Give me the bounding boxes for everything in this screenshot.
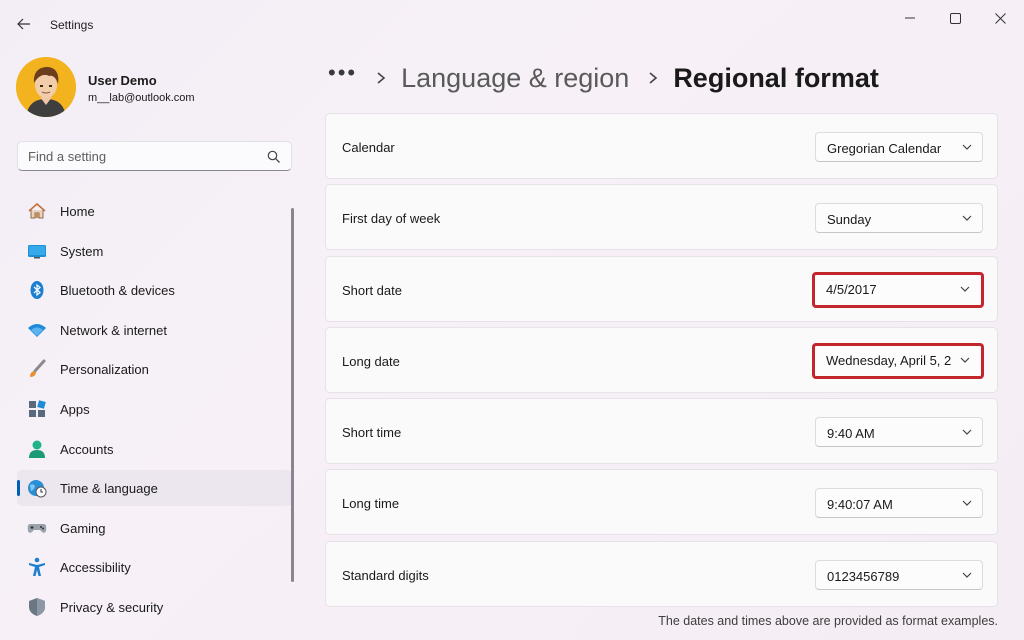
short-date-dropdown[interactable]: 4/5/2017 <box>812 272 984 308</box>
back-button[interactable] <box>12 12 36 36</box>
sidebar-item-label: Apps <box>60 401 90 417</box>
sidebar-item-apps[interactable]: Apps <box>17 391 293 427</box>
breadcrumb-parent-link[interactable]: Language & region <box>401 63 629 94</box>
sidebar-item-label: System <box>60 243 104 259</box>
sidebar-item-label: Home <box>60 204 95 219</box>
setting-row-short-date: Short date 4/5/2017 <box>325 256 998 322</box>
sidebar-item-gaming[interactable]: Gaming <box>17 510 293 546</box>
accessibility-icon <box>29 558 45 577</box>
sidebar-item-bluetooth[interactable]: Bluetooth & devices <box>17 272 293 308</box>
avatar <box>16 57 76 117</box>
dropdown-value: 0123456789 <box>827 569 900 584</box>
calendar-dropdown[interactable]: Gregorian Calendar <box>815 132 983 162</box>
setting-row-standard-digits: Standard digits 0123456789 <box>325 541 998 607</box>
search-box[interactable] <box>17 141 292 171</box>
sidebar-item-label: Time & language <box>60 481 158 497</box>
chevron-down-icon <box>962 144 972 150</box>
monitor-icon <box>28 244 46 259</box>
dropdown-value: Sunday <box>827 212 872 227</box>
page-title: Regional format <box>673 62 879 93</box>
sidebar-item-system[interactable]: System <box>17 233 293 269</box>
user-profile[interactable]: User Demo m__lab@outlook.com <box>16 57 286 117</box>
clock-globe-icon <box>28 480 47 498</box>
sidebar-item-label: Gaming <box>60 520 106 536</box>
chevron-down-icon <box>962 500 972 506</box>
back-arrow-icon <box>17 18 30 30</box>
title-bar: Settings <box>0 0 1024 44</box>
maximize-icon <box>949 12 961 24</box>
paintbrush-icon <box>30 359 46 378</box>
apps-icon <box>29 400 46 417</box>
sidebar-item-home[interactable]: Home <box>17 193 293 229</box>
maximize-button[interactable] <box>937 8 973 28</box>
search-icon[interactable] <box>267 150 281 164</box>
avatar-person-icon <box>16 57 76 117</box>
dropdown-value: 9:40 AM <box>827 426 875 441</box>
long-date-dropdown[interactable]: Wednesday, April 5, 2017 <box>812 343 984 379</box>
setting-row-calendar: Calendar Gregorian Calendar <box>325 113 998 179</box>
sidebar-item-network[interactable]: Network & internet <box>17 312 293 348</box>
chevron-right-icon <box>377 72 386 84</box>
chevron-down-icon <box>960 357 970 363</box>
long-time-dropdown[interactable]: 9:40:07 AM <box>815 488 983 518</box>
person-icon <box>29 440 45 458</box>
sidebar-scrollbar[interactable] <box>291 208 294 582</box>
setting-label: Standard digits <box>342 568 429 583</box>
setting-label: First day of week <box>342 211 441 226</box>
chevron-down-icon <box>960 286 970 292</box>
dropdown-value: 9:40:07 AM <box>827 497 893 512</box>
breadcrumb: ••• Language & region Regional format <box>328 58 879 98</box>
sidebar-item-accessibility[interactable]: Accessibility <box>17 549 293 585</box>
close-icon <box>994 12 1006 24</box>
minimize-icon <box>905 17 915 19</box>
format-examples-note: The dates and times above are provided a… <box>658 614 998 628</box>
close-button[interactable] <box>982 8 1018 28</box>
gamepad-icon <box>27 523 47 533</box>
user-name: User Demo <box>88 73 157 88</box>
user-email: m__lab@outlook.com <box>88 92 195 104</box>
dropdown-value: Wednesday, April 5, 2017 <box>826 353 951 368</box>
setting-label: Short time <box>342 425 402 440</box>
setting-row-first-day-of-week: First day of week Sunday <box>325 184 998 250</box>
active-indicator <box>17 480 20 497</box>
dropdown-value: 4/5/2017 <box>826 282 877 297</box>
setting-label: Long time <box>342 496 400 511</box>
sidebar-item-privacy[interactable]: Privacy & security <box>17 589 293 625</box>
setting-row-short-time: Short time 9:40 AM <box>325 398 998 464</box>
sidebar-item-personalization[interactable]: Personalization <box>17 351 293 387</box>
bluetooth-icon <box>30 281 44 300</box>
short-time-dropdown[interactable]: 9:40 AM <box>815 417 983 447</box>
dropdown-value: Gregorian Calendar <box>827 141 942 156</box>
breadcrumb-ellipsis[interactable]: ••• <box>328 60 357 86</box>
chevron-down-icon <box>962 215 972 221</box>
sidebar-nav: Home System Bluetooth & devices Network … <box>17 193 293 629</box>
sidebar-item-label: Accessibility <box>60 560 131 576</box>
shield-icon <box>29 597 45 616</box>
setting-label: Long date <box>342 354 400 369</box>
sidebar-item-label: Bluetooth & devices <box>60 283 175 299</box>
chevron-right-icon <box>649 72 658 84</box>
chevron-down-icon <box>962 572 972 578</box>
standard-digits-dropdown[interactable]: 0123456789 <box>815 560 983 590</box>
home-icon <box>28 202 46 219</box>
sidebar-item-accounts[interactable]: Accounts <box>17 431 293 467</box>
search-input[interactable] <box>28 142 258 170</box>
setting-row-long-date: Long date Wednesday, April 5, 2017 <box>325 327 998 393</box>
app-title: Settings <box>50 18 94 32</box>
first-day-dropdown[interactable]: Sunday <box>815 203 983 233</box>
sidebar-item-label: Network & internet <box>60 322 167 338</box>
setting-label: Short date <box>342 283 402 298</box>
setting-label: Calendar <box>342 140 395 155</box>
minimize-button[interactable] <box>892 8 928 28</box>
sidebar-item-time-language[interactable]: Time & language <box>17 470 293 507</box>
setting-row-long-time: Long time 9:40:07 AM <box>325 469 998 535</box>
sidebar-item-label: Personalization <box>60 362 149 378</box>
wifi-icon <box>28 323 46 337</box>
sidebar-item-label: Privacy & security <box>60 599 164 615</box>
chevron-down-icon <box>962 429 972 435</box>
sidebar-item-label: Accounts <box>60 441 114 457</box>
